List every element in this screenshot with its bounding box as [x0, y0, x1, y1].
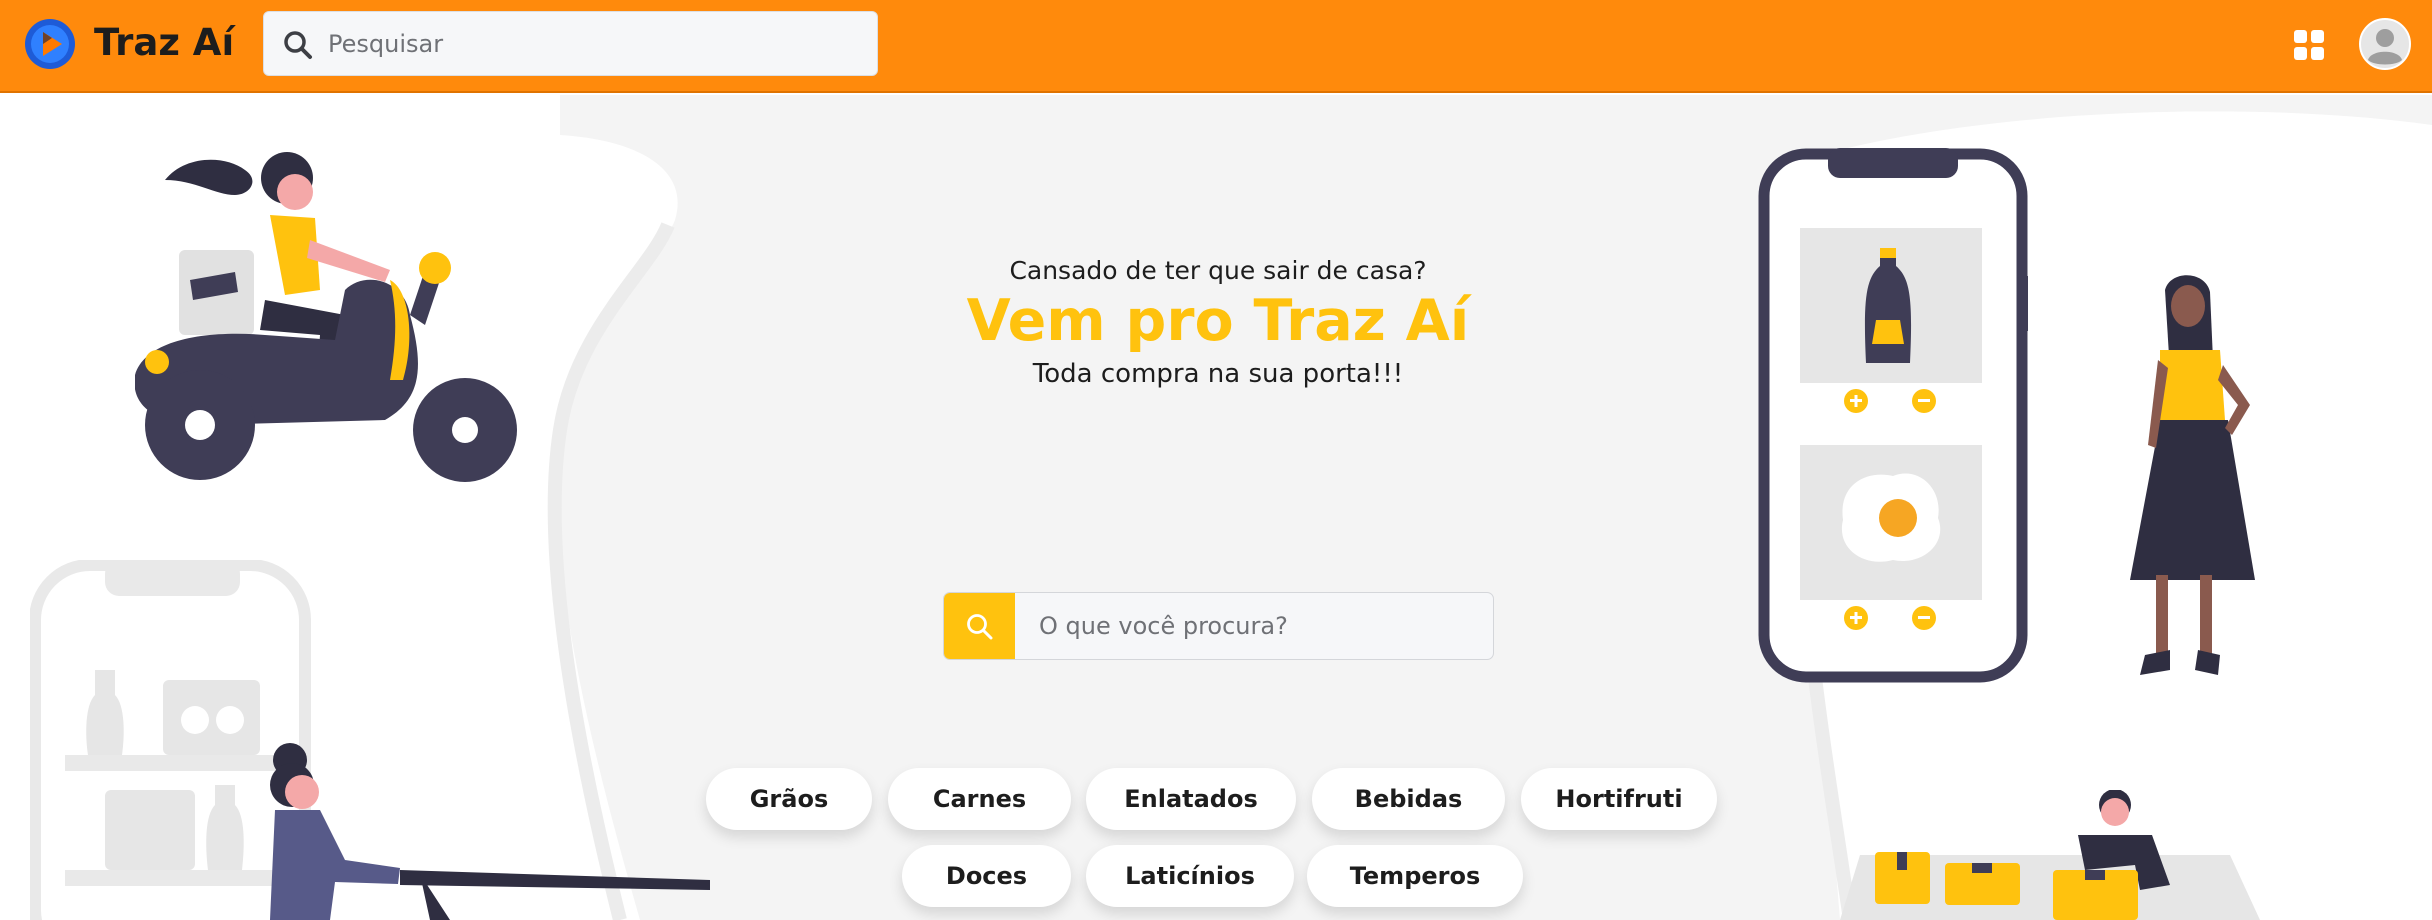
main-search-input[interactable]	[1039, 593, 1479, 659]
category-chip-enlatados[interactable]: Enlatados	[1086, 768, 1296, 830]
main-search-bar	[943, 592, 1494, 660]
hero-title: Vem pro Traz Aí	[966, 288, 1470, 354]
search-icon	[967, 614, 993, 640]
user-avatar-icon[interactable]	[2359, 18, 2411, 70]
delivery-boxes-illustration	[1840, 790, 2260, 920]
category-chip-bebidas[interactable]: Bebidas	[1312, 768, 1505, 830]
category-chip-temperos[interactable]: Temperos	[1307, 845, 1523, 907]
hero-tagline: Toda compra na sua porta!!!	[1032, 359, 1404, 389]
category-chip-carnes[interactable]: Carnes	[888, 768, 1071, 830]
main-search-button[interactable]	[944, 593, 1015, 659]
apps-grid-icon[interactable]	[2292, 28, 2326, 62]
header-search-bar	[263, 11, 878, 76]
category-chip-graos[interactable]: Grãos	[706, 768, 872, 830]
woman-standing-illustration	[2130, 275, 2255, 675]
scooter-delivery-illustration	[135, 152, 517, 482]
header-search-input[interactable]	[328, 12, 858, 75]
category-chip-laticinios[interactable]: Laticínios	[1086, 845, 1294, 907]
logo-play-icon[interactable]	[24, 18, 76, 70]
shopping-cart-illustration	[30, 560, 710, 920]
phone-products-illustration	[1758, 148, 2028, 683]
top-app-bar: Traz Aí	[0, 0, 2432, 93]
category-chip-doces[interactable]: Doces	[902, 845, 1071, 907]
search-icon[interactable]	[282, 29, 314, 61]
category-chip-hortifruti[interactable]: Hortifruti	[1521, 768, 1717, 830]
hero-question: Cansado de ter que sair de casa?	[1009, 256, 1427, 285]
brand-name[interactable]: Traz Aí	[94, 18, 234, 68]
